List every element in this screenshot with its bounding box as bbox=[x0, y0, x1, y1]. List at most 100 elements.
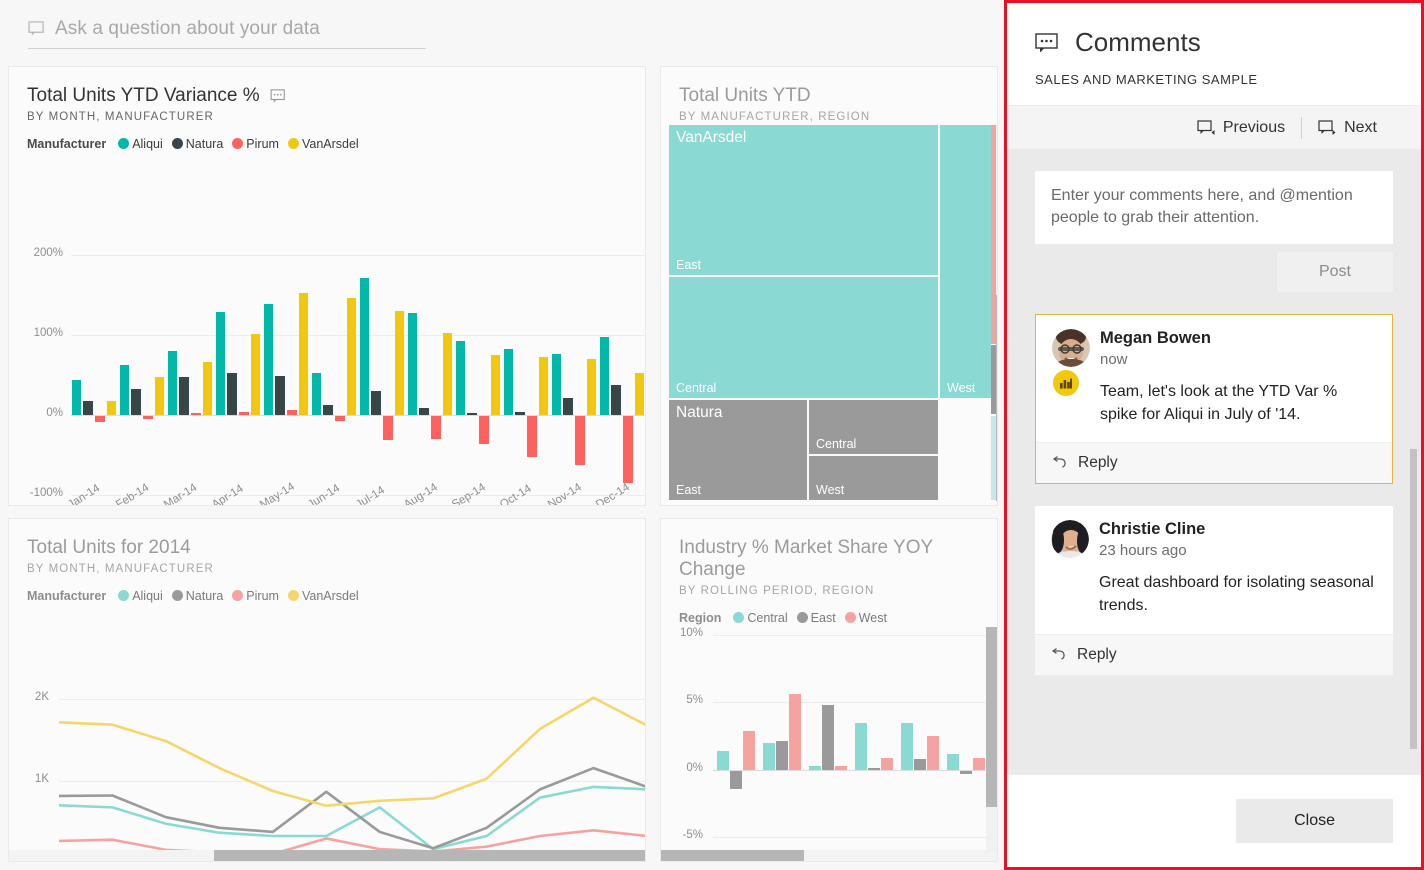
bar[interactable] bbox=[881, 757, 893, 770]
legend-item-aliqui[interactable]: Aliqui bbox=[118, 589, 163, 603]
bar[interactable] bbox=[250, 334, 261, 415]
legend-item-aliqui[interactable]: Aliqui bbox=[118, 137, 163, 151]
bar[interactable] bbox=[789, 694, 801, 770]
previous-comment-button[interactable]: Previous bbox=[1181, 119, 1301, 137]
bar[interactable] bbox=[431, 415, 441, 439]
share-hscroll-thumb[interactable] bbox=[661, 850, 804, 861]
bar[interactable] bbox=[106, 401, 117, 415]
bar[interactable] bbox=[479, 415, 489, 444]
bar[interactable] bbox=[563, 398, 573, 415]
line-series-aliqui[interactable] bbox=[58, 785, 646, 851]
comment-prev-icon bbox=[1197, 120, 1215, 135]
comment-bubble-icon[interactable] bbox=[270, 89, 288, 103]
comments-scrollbar-thumb[interactable] bbox=[1410, 449, 1417, 749]
bar[interactable] bbox=[275, 375, 285, 415]
close-button[interactable]: Close bbox=[1236, 799, 1393, 843]
bar[interactable] bbox=[346, 298, 357, 415]
bar[interactable] bbox=[914, 758, 926, 770]
bar[interactable] bbox=[71, 379, 82, 415]
bar[interactable] bbox=[490, 355, 501, 415]
treemap-cell[interactable]: West bbox=[940, 125, 997, 399]
legend-item-central[interactable]: Central bbox=[733, 611, 788, 625]
treemap-vscroll-thumb[interactable] bbox=[996, 295, 997, 501]
bar[interactable] bbox=[973, 757, 985, 770]
qna-input-wrapper[interactable]: Ask a question about your data bbox=[28, 18, 426, 49]
legend-item-pirum[interactable]: Pirum bbox=[232, 589, 279, 603]
bar[interactable] bbox=[455, 340, 466, 415]
bar[interactable] bbox=[855, 722, 867, 770]
tile-industry-market-share[interactable]: Industry % Market Share YOY Change BY RO… bbox=[660, 518, 998, 862]
bar[interactable] bbox=[822, 705, 834, 770]
comment-content: Christie Cline 23 hours ago Great dashbo… bbox=[1099, 520, 1377, 617]
bar[interactable] bbox=[730, 769, 742, 789]
bar[interactable] bbox=[623, 415, 633, 483]
bar[interactable] bbox=[95, 415, 105, 423]
line-series-natura[interactable] bbox=[58, 766, 646, 850]
bar[interactable] bbox=[611, 384, 621, 415]
bar[interactable] bbox=[215, 311, 226, 415]
bar[interactable] bbox=[311, 372, 322, 415]
bar[interactable] bbox=[527, 415, 537, 458]
bar[interactable] bbox=[323, 404, 333, 415]
bar[interactable] bbox=[575, 415, 585, 465]
legend-item-natura[interactable]: Natura bbox=[171, 589, 223, 603]
treemap-cell[interactable]: Central bbox=[809, 400, 939, 455]
treemap-cell[interactable]: VanArsdel East bbox=[669, 125, 939, 276]
bar[interactable] bbox=[634, 372, 645, 415]
treemap-cell[interactable]: West bbox=[809, 456, 939, 501]
legend-item-pirum[interactable]: Pirum bbox=[232, 137, 279, 151]
bar[interactable] bbox=[503, 348, 514, 415]
units-hscroll-thumb[interactable] bbox=[214, 850, 645, 861]
bar[interactable] bbox=[371, 391, 381, 415]
bar[interactable] bbox=[119, 364, 130, 415]
bar[interactable] bbox=[419, 407, 429, 415]
bar[interactable] bbox=[551, 354, 562, 415]
bar[interactable] bbox=[901, 722, 913, 770]
tile-total-units-ytd[interactable]: Total Units YTD BY MANUFACTURER, REGION … bbox=[660, 66, 998, 506]
bar[interactable] bbox=[131, 388, 141, 415]
bar[interactable] bbox=[202, 362, 213, 415]
bar[interactable] bbox=[383, 415, 393, 440]
bar[interactable] bbox=[227, 373, 237, 415]
bar[interactable] bbox=[179, 377, 189, 415]
bar[interactable] bbox=[947, 753, 959, 770]
bar[interactable] bbox=[394, 311, 405, 415]
legend-item-vanarsdel[interactable]: VanArsdel bbox=[287, 137, 359, 151]
bar[interactable] bbox=[154, 377, 165, 415]
bar[interactable] bbox=[763, 742, 775, 770]
treemap-cell[interactable]: Natura East bbox=[669, 400, 808, 501]
reply-button[interactable]: Reply bbox=[1036, 442, 1392, 484]
bar[interactable] bbox=[442, 333, 453, 415]
tile-total-units-2014[interactable]: Total Units for 2014 BY MONTH, MANUFACTU… bbox=[8, 518, 646, 862]
bar[interactable] bbox=[743, 730, 755, 770]
tile-total-units-ytd-variance[interactable]: Total Units YTD Variance % BY MONTH, MAN… bbox=[8, 66, 646, 506]
reply-button[interactable]: Reply bbox=[1035, 633, 1393, 675]
x-axis-tick-label: Aug-14 bbox=[401, 481, 440, 506]
legend-item-vanarsdel[interactable]: VanArsdel bbox=[287, 588, 359, 603]
legend-item-east[interactable]: East bbox=[796, 611, 836, 625]
bar[interactable] bbox=[407, 313, 418, 415]
comment-card[interactable]: Christie Cline 23 hours ago Great dashbo… bbox=[1035, 506, 1393, 675]
legend-label-vanarsdel: VanArsdel bbox=[301, 588, 359, 603]
bar[interactable] bbox=[586, 359, 597, 415]
comment-input[interactable]: Enter your comments here, and @mention p… bbox=[1035, 171, 1393, 244]
comment-card[interactable]: Megan Bowen now Team, let's look at the … bbox=[1035, 313, 1393, 485]
bar[interactable] bbox=[298, 292, 309, 415]
next-comment-button[interactable]: Next bbox=[1302, 119, 1393, 137]
bar[interactable] bbox=[359, 278, 370, 415]
legend-item-natura[interactable]: Natura bbox=[171, 137, 223, 151]
treemap-cell[interactable]: Central bbox=[669, 277, 939, 399]
bar[interactable] bbox=[717, 750, 729, 770]
bar[interactable] bbox=[167, 351, 178, 415]
post-comment-button[interactable]: Post bbox=[1276, 251, 1393, 292]
bar[interactable] bbox=[599, 337, 610, 415]
bar[interactable] bbox=[263, 303, 274, 415]
bar[interactable] bbox=[927, 736, 939, 770]
legend-item-west[interactable]: West bbox=[844, 611, 887, 625]
line-series-vanarsdel[interactable] bbox=[58, 696, 646, 808]
bar[interactable] bbox=[776, 741, 788, 770]
bar[interactable] bbox=[538, 356, 549, 415]
bar[interactable] bbox=[83, 401, 93, 415]
legend-swatch-natura bbox=[171, 590, 183, 602]
share-vscroll-thumb[interactable] bbox=[986, 627, 997, 807]
